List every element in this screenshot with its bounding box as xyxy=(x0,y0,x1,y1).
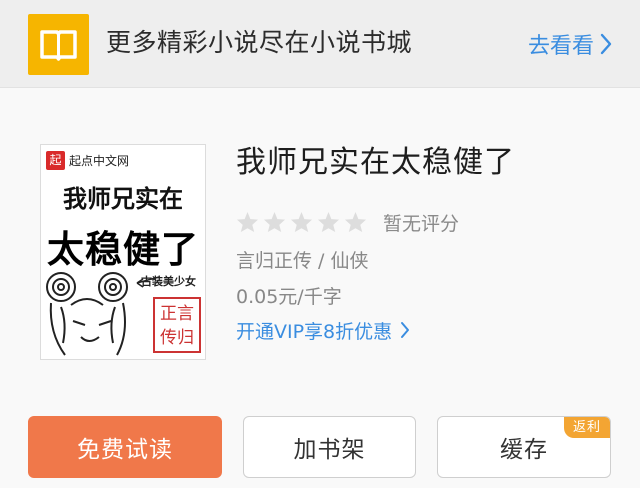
cover-seal: 正言 传归 xyxy=(153,297,201,353)
free-read-label: 免费试读 xyxy=(77,437,173,463)
cache-button[interactable]: 缓存 返利 xyxy=(437,416,611,478)
chevron-right-icon xyxy=(600,33,612,55)
rating-text: 暂无评分 xyxy=(383,212,460,235)
cover-title-line1: 我师兄实在 xyxy=(63,184,183,213)
vip-offer-link[interactable]: 开通VIP享8折优惠 xyxy=(236,316,410,344)
book-title: 我师兄实在太稳健了 xyxy=(236,145,515,180)
open-book-icon xyxy=(28,14,89,75)
add-to-shelf-label: 加书架 xyxy=(293,437,366,463)
cover-brand: 起 起点中文网 xyxy=(46,150,129,170)
cover-brand-name: 起点中文网 xyxy=(69,153,130,168)
cover-seal-top: 正言 xyxy=(160,304,194,324)
go-see-label: 去看看 xyxy=(527,34,594,59)
cover-tag: 古装美少女 xyxy=(141,275,196,288)
chevron-right-icon xyxy=(401,322,410,338)
rebate-badge: 返利 xyxy=(564,417,610,438)
star-icon xyxy=(317,211,340,233)
book-cover[interactable]: 起 起点中文网 我师兄实在 太稳健了 古装美少女 正言 传归 xyxy=(40,144,206,360)
star-icon xyxy=(236,211,259,233)
free-read-button[interactable]: 免费试读 xyxy=(28,416,222,478)
cover-seal-bottom: 传归 xyxy=(160,328,194,348)
cover-brand-mark: 起 xyxy=(46,150,65,170)
vip-offer-label: 开通VIP享8折优惠 xyxy=(236,320,393,343)
star-icon xyxy=(290,211,313,233)
go-see-link[interactable]: 去看看 xyxy=(528,28,612,60)
rating-row: 暂无评分 xyxy=(236,208,459,236)
star-icon xyxy=(263,211,286,233)
book-genre: 言归正传 / 仙侠 xyxy=(236,250,369,272)
book-price: 0.05元/千字 xyxy=(236,286,342,308)
banner-text: 更多精彩小说尽在小说书城 xyxy=(106,28,413,57)
promo-banner[interactable]: 更多精彩小说尽在小说书城 去看看 xyxy=(0,0,640,88)
cache-label: 缓存 xyxy=(500,437,548,463)
add-to-shelf-button[interactable]: 加书架 xyxy=(243,416,416,478)
star-icon xyxy=(344,211,367,233)
